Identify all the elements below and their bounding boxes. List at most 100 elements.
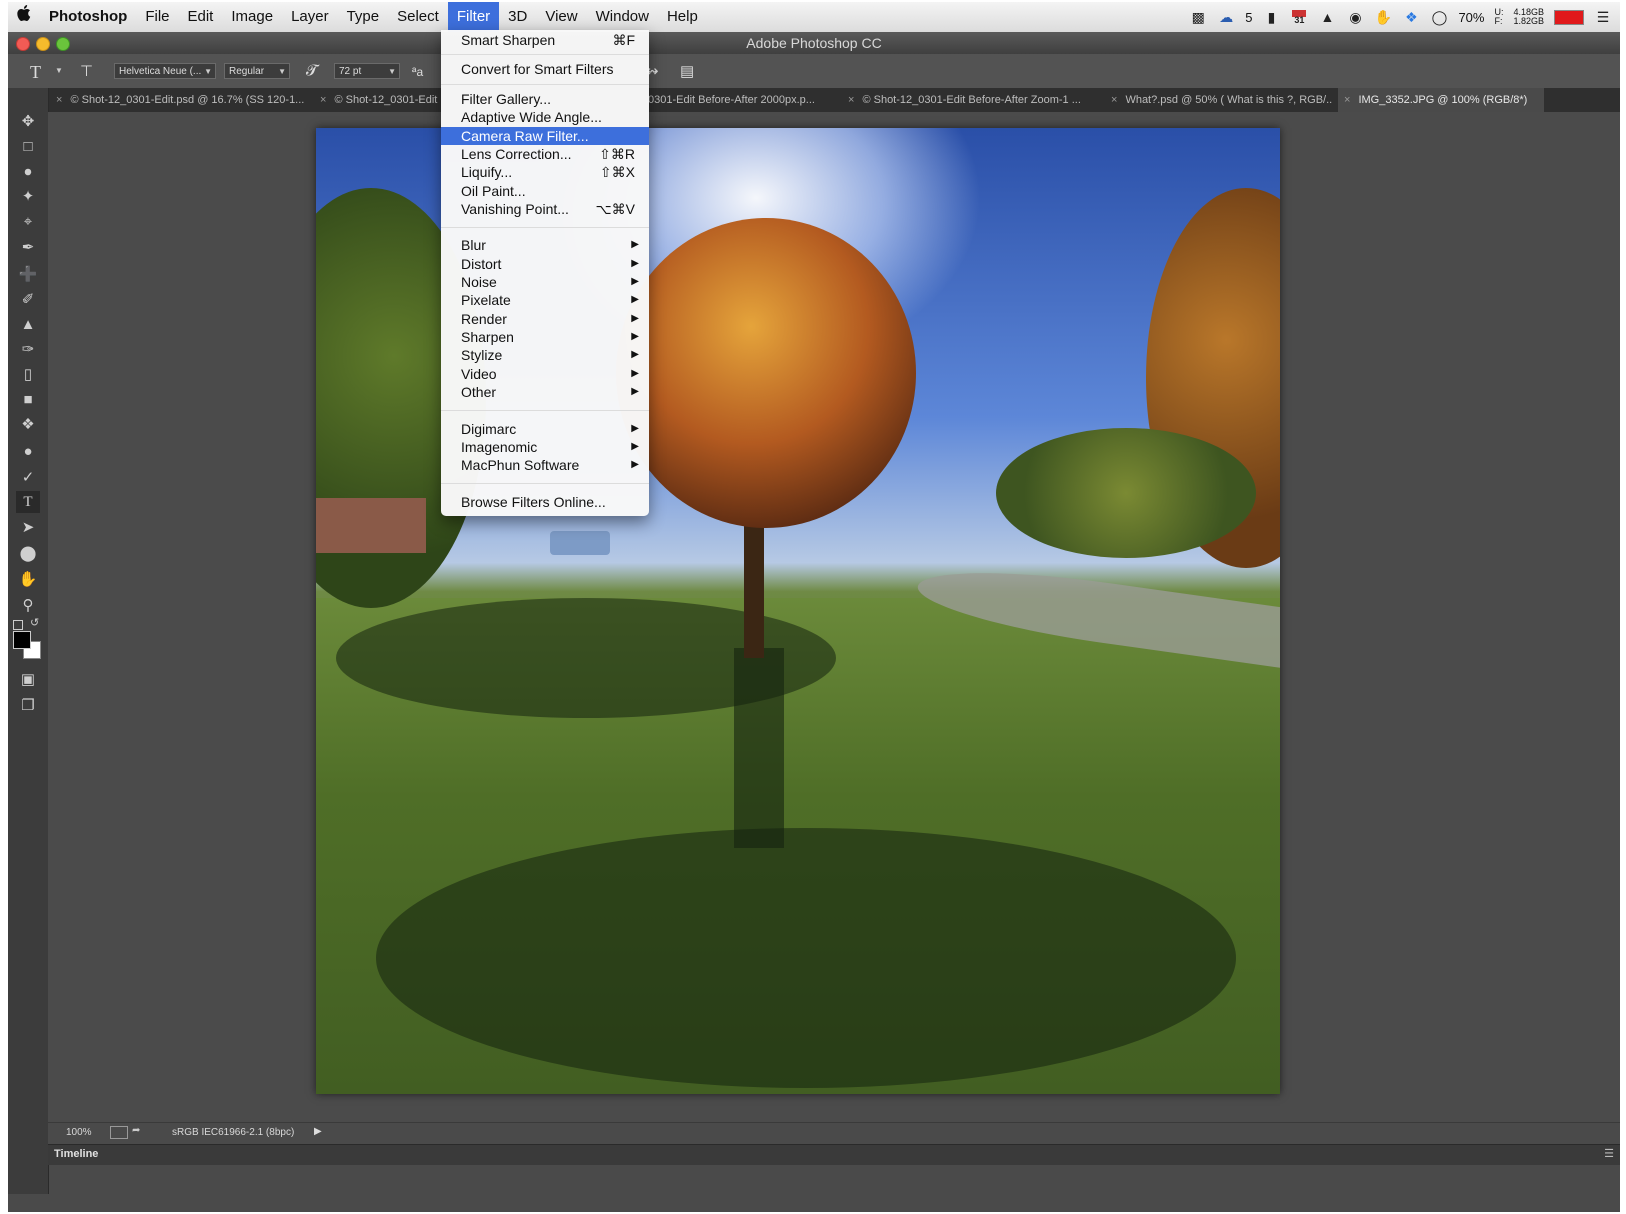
magic-wand-tool-icon[interactable]: ✦ bbox=[16, 185, 40, 207]
tab-document[interactable]: × © Shot-12_0301-Edit.psd @ 16.7% (SS 120… bbox=[56, 88, 306, 112]
eraser-tool-icon[interactable]: ▯ bbox=[16, 363, 40, 385]
path-selection-tool-icon[interactable]: ➤ bbox=[16, 516, 40, 538]
crop-tool-icon[interactable]: ⌖ bbox=[16, 210, 40, 232]
hat-icon[interactable]: ▲ bbox=[1318, 9, 1336, 25]
screen-mode-icon[interactable]: ❐ bbox=[16, 694, 40, 716]
zoom-level[interactable]: 100% bbox=[66, 1127, 92, 1138]
menu-item-macphun-software[interactable]: MacPhun Software ▶ bbox=[441, 456, 649, 474]
preset-dropdown-arrow-icon[interactable]: ▼ bbox=[55, 66, 63, 75]
close-tab-icon[interactable]: × bbox=[1111, 94, 1117, 106]
foreground-color-swatch[interactable] bbox=[13, 631, 31, 649]
status-icon-clipboard[interactable] bbox=[110, 1126, 128, 1139]
close-tab-icon[interactable]: × bbox=[56, 94, 62, 106]
tab-document[interactable]: × © Shot-12_0301-Edit bbox=[320, 88, 440, 112]
tab-document[interactable]: × © Shot-12_0301-Edit Before-After Zoom-1… bbox=[848, 88, 1098, 112]
menu-item-browse-filters-online[interactable]: Browse Filters Online... bbox=[441, 493, 649, 511]
brush-tool-icon[interactable]: ✐ bbox=[16, 288, 40, 310]
tab-document-active[interactable]: × IMG_3352.JPG @ 100% (RGB/8*) bbox=[1338, 88, 1544, 112]
close-window-button[interactable] bbox=[16, 37, 30, 51]
menu-item-distort[interactable]: Distort ▶ bbox=[441, 255, 649, 273]
timeline-tab[interactable]: Timeline bbox=[54, 1148, 98, 1160]
share-icon[interactable]: ➦ bbox=[132, 1125, 140, 1136]
menu-item-camera-raw-filter[interactable]: Camera Raw Filter... bbox=[441, 127, 649, 145]
dodge-tool-icon[interactable]: ● bbox=[16, 440, 40, 462]
microphone-icon[interactable]: ▮ bbox=[1262, 9, 1280, 25]
tab-document[interactable]: 0301-Edit Before-After 2000px.p... bbox=[648, 88, 833, 112]
menu-item-video[interactable]: Video ▶ bbox=[441, 365, 649, 383]
menu-3d[interactable]: 3D bbox=[499, 2, 536, 32]
anti-alias-icon[interactable]: ªa bbox=[412, 65, 423, 79]
list-menu-icon[interactable]: ☰ bbox=[1594, 9, 1612, 25]
menu-item-lens-correction[interactable]: Lens Correction... ⇧⌘R bbox=[441, 145, 649, 163]
evernote-icon[interactable]: ◉ bbox=[1346, 9, 1364, 25]
menu-item-pixelate[interactable]: Pixelate ▶ bbox=[441, 291, 649, 309]
menu-item-digimarc[interactable]: Digimarc ▶ bbox=[441, 420, 649, 438]
hand-tool-icon[interactable]: ✋ bbox=[16, 568, 40, 590]
history-brush-tool-icon[interactable]: ✑ bbox=[16, 338, 40, 360]
menu-item-vanishing-point[interactable]: Vanishing Point... ⌥⌘V bbox=[441, 200, 649, 218]
apple-menu-icon[interactable] bbox=[8, 2, 40, 32]
menu-app-photoshop[interactable]: Photoshop bbox=[40, 2, 136, 32]
close-tab-icon[interactable]: × bbox=[320, 94, 326, 106]
chat-bubble-icon[interactable]: ◯ bbox=[1430, 9, 1448, 25]
canvas-area[interactable] bbox=[48, 112, 1620, 1154]
minimize-window-button[interactable] bbox=[36, 37, 50, 51]
menu-item-sharpen[interactable]: Sharpen ▶ bbox=[441, 328, 649, 346]
marquee-tool-icon[interactable]: □ bbox=[16, 135, 40, 157]
type-tool-icon[interactable]: T bbox=[16, 491, 40, 513]
type-tool-preset-icon[interactable]: T bbox=[30, 62, 41, 83]
menu-item-smart-sharpen[interactable]: Smart Sharpen ⌘F bbox=[441, 31, 649, 49]
menu-item-noise[interactable]: Noise ▶ bbox=[441, 273, 649, 291]
menu-item-oil-paint[interactable]: Oil Paint... bbox=[441, 182, 649, 200]
menu-type[interactable]: Type bbox=[338, 2, 389, 32]
menu-window[interactable]: Window bbox=[587, 2, 658, 32]
ellipse-tool-icon[interactable]: ⬤ bbox=[16, 542, 40, 564]
lasso-tool-icon[interactable]: ⦁ bbox=[16, 160, 40, 182]
battery-icon[interactable] bbox=[1554, 9, 1584, 25]
menu-view[interactable]: View bbox=[536, 2, 586, 32]
menu-file[interactable]: File bbox=[136, 2, 178, 32]
menu-item-blur[interactable]: Blur ▶ bbox=[441, 236, 649, 254]
menu-filter[interactable]: Filter bbox=[447, 2, 500, 32]
healing-brush-tool-icon[interactable]: ➕ bbox=[16, 263, 40, 285]
menu-image[interactable]: Image bbox=[222, 2, 282, 32]
menu-item-liquify[interactable]: Liquify... ⇧⌘X bbox=[441, 163, 649, 181]
pen-tool-icon[interactable]: ✓ bbox=[16, 466, 40, 488]
calendar-icon[interactable]: 31 bbox=[1290, 9, 1308, 25]
close-tab-icon[interactable]: × bbox=[1344, 94, 1350, 106]
gradient-tool-icon[interactable]: ■ bbox=[16, 388, 40, 410]
eyedropper-tool-icon[interactable]: ✒ bbox=[16, 236, 40, 258]
toggle-text-orientation-icon[interactable]: ⊤ bbox=[80, 62, 93, 80]
blur-tool-icon[interactable]: ❖ bbox=[16, 413, 40, 435]
character-panel-icon[interactable]: ▤ bbox=[680, 62, 694, 80]
zoom-window-button[interactable] bbox=[56, 37, 70, 51]
status-menu-arrow-icon[interactable]: ▶ bbox=[314, 1126, 322, 1137]
menu-item-other[interactable]: Other ▶ bbox=[441, 383, 649, 401]
font-style-select[interactable]: Regular ▼ bbox=[224, 63, 290, 79]
close-tab-icon[interactable]: × bbox=[848, 94, 854, 106]
dropbox-icon[interactable]: ❖ bbox=[1402, 9, 1420, 25]
menu-item-render[interactable]: Render ▶ bbox=[441, 310, 649, 328]
hand-icon[interactable]: ✋ bbox=[1374, 9, 1392, 25]
game-controller-icon[interactable]: ▩ bbox=[1189, 9, 1207, 25]
menu-item-stylize[interactable]: Stylize ▶ bbox=[441, 346, 649, 364]
menu-item-convert-smart-filters[interactable]: Convert for Smart Filters bbox=[441, 60, 649, 78]
font-family-select[interactable]: Helvetica Neue (... ▼ bbox=[114, 63, 216, 79]
menu-item-filter-gallery[interactable]: Filter Gallery... bbox=[441, 90, 649, 108]
menu-help[interactable]: Help bbox=[658, 2, 707, 32]
menu-item-imagenomic[interactable]: Imagenomic ▶ bbox=[441, 438, 649, 456]
swap-colors-icon[interactable]: ↺ bbox=[30, 616, 39, 629]
menu-item-adaptive-wide-angle[interactable]: Adaptive Wide Angle... bbox=[441, 108, 649, 126]
panel-menu-icon[interactable]: ☰ bbox=[1604, 1147, 1614, 1160]
creative-cloud-icon[interactable]: ☁ bbox=[1217, 9, 1235, 25]
zoom-tool-icon[interactable]: ⚲ bbox=[16, 594, 40, 616]
menu-layer[interactable]: Layer bbox=[282, 2, 338, 32]
menu-edit[interactable]: Edit bbox=[179, 2, 223, 32]
menu-select[interactable]: Select bbox=[388, 2, 448, 32]
memory-readout[interactable]: 4.18GB 1.82GB bbox=[1513, 8, 1544, 26]
tab-document[interactable]: × What?.psd @ 50% ( What is this ?, RGB/.… bbox=[1111, 88, 1333, 112]
font-size-select[interactable]: 72 pt ▼ bbox=[334, 63, 400, 79]
default-colors-icon[interactable] bbox=[13, 620, 23, 630]
move-tool-icon[interactable]: ✥ bbox=[16, 110, 40, 132]
clone-stamp-tool-icon[interactable]: ▲ bbox=[16, 313, 40, 335]
